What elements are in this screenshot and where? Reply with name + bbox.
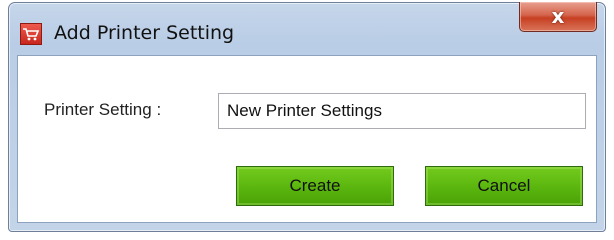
title-bar[interactable]: Add Printer Setting x: [9, 2, 605, 55]
cart-icon: [20, 23, 42, 45]
close-button[interactable]: x: [519, 2, 597, 32]
printer-setting-input[interactable]: [218, 93, 586, 129]
printer-setting-label: Printer Setting :: [44, 100, 162, 119]
close-icon: x: [551, 4, 565, 28]
cancel-button[interactable]: Cancel: [425, 166, 583, 206]
create-button[interactable]: Create: [236, 166, 394, 206]
window-title: Add Printer Setting: [54, 22, 235, 44]
